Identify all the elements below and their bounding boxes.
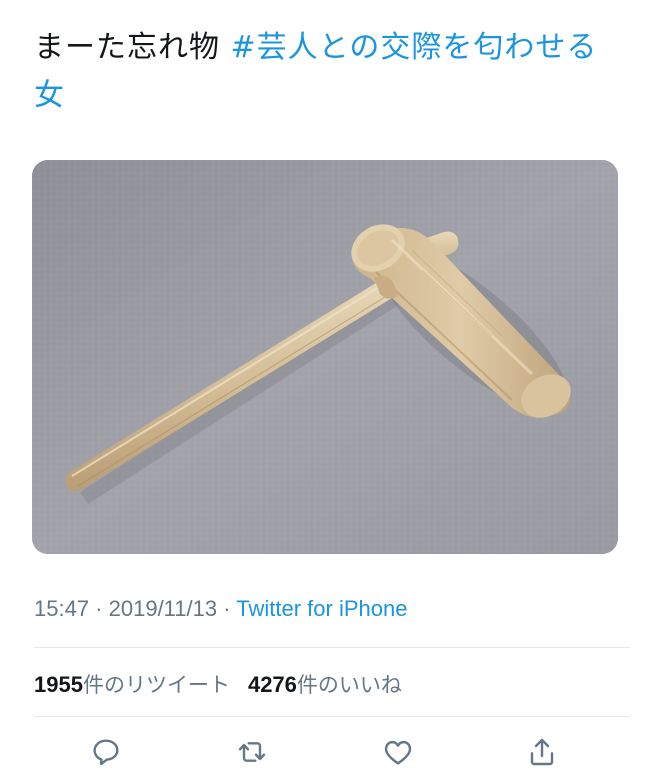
tweet-text: まーた忘れ物 #芸人との交際を匂わせる女 [34,24,624,120]
tweet-time: 15:47 [34,596,90,621]
hashtag-part-1[interactable]: #芸人との交際を匂わせ [231,30,567,65]
tweet-date: 2019/11/13 [108,596,218,621]
tweet-text-body: まーた忘れ物 [34,30,231,65]
source-link[interactable]: Twitter for iPhone [236,596,407,621]
engagement-stats: 1955件のリツイート 4276件のいいね [34,669,402,699]
reply-button[interactable] [86,732,126,772]
divider [34,647,630,648]
crepe-spreader-image [32,160,618,554]
action-bar [0,732,650,772]
tweet-metadata: 15:47 · 2019/11/13 · Twitter for iPhone [34,596,407,622]
share-icon [530,738,554,766]
heart-icon [384,740,412,765]
tweet-photo[interactable] [32,160,618,554]
like-count[interactable]: 4276 [248,672,297,697]
meta-separator: · [217,596,237,621]
retweet-icon [238,742,266,762]
retweet-count[interactable]: 1955 [34,672,83,697]
like-button[interactable] [378,732,418,772]
retweet-label[interactable]: 件のリツイート [83,673,230,697]
retweet-stat[interactable]: 1955件のリツイート [34,672,230,697]
retweet-button[interactable] [232,732,272,772]
share-button[interactable] [522,732,562,772]
divider [34,716,630,717]
reply-icon [93,739,119,766]
like-stat[interactable]: 4276件のいいね [248,672,402,697]
like-label[interactable]: 件のいいね [297,673,402,697]
meta-separator: · [89,596,109,621]
